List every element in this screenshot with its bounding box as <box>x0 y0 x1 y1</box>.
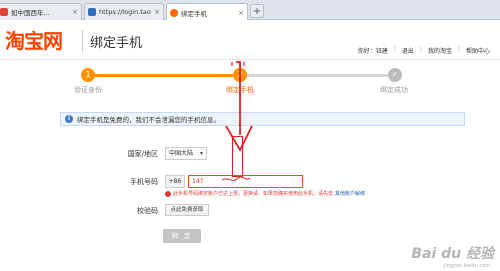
browser-tab-bar: 如中国西年... × https://login.taobao.com/m...… <box>0 0 500 21</box>
close-icon[interactable]: × <box>238 9 244 17</box>
browser-tab[interactable]: 如中国西年... × <box>0 3 82 20</box>
step-2-icon: 2 <box>233 68 247 82</box>
get-code-button[interactable]: 点此免费获取 <box>165 204 209 216</box>
greeting-link[interactable]: 你好：钰建 <box>358 46 388 55</box>
step-2-label: 绑定手机 <box>226 86 254 94</box>
code-label: 校验码 <box>137 207 158 215</box>
tab-label: https://login.taobao.com/m... <box>99 8 151 16</box>
step-3-check-icon: ✓ <box>388 68 402 82</box>
phone-label: 手机号码 <box>130 178 158 186</box>
taobao-logo[interactable]: 淘宝网 <box>5 26 63 53</box>
page-icon <box>88 8 96 16</box>
info-notice: i 绑定手机是免费的，我们不会泄漏您的手机信息。 <box>60 112 465 126</box>
watermark-url: jingyan.baidu.com <box>443 263 490 269</box>
region-value: 中国大陆 <box>169 150 194 157</box>
region-label: 国家/地区 <box>127 150 158 158</box>
error-icon <box>165 190 171 197</box>
page-icon <box>0 8 8 16</box>
error-text: 此手机号码绑定账户已达上限，更换请：如果您确实使用此手机，请先去 <box>173 191 334 197</box>
logout-link[interactable]: 退出 <box>402 46 414 55</box>
phone-input[interactable]: 147 <box>188 175 303 188</box>
baidu-watermark: Bai du 经验 <box>411 246 494 262</box>
site-header: 淘宝网 绑定手机 你好：钰建 | 退出 | 我的淘宝 | 帮助中心 <box>0 20 500 60</box>
my-taobao-link[interactable]: 我的淘宝 <box>428 46 452 55</box>
step-3-label: 绑定成功 <box>380 86 408 94</box>
link-divider: | <box>393 46 396 53</box>
bind-button[interactable]: 绑 定 <box>163 229 201 243</box>
phone-prefix: +86 <box>165 175 185 188</box>
step-1-icon: 1 <box>81 68 95 82</box>
link-divider: | <box>457 46 460 53</box>
logo-text: 淘宝网 <box>5 28 63 53</box>
tab-label: 如中国西年... <box>11 9 50 17</box>
help-center-link[interactable]: 帮助中心 <box>466 46 490 55</box>
chevron-down-icon: ▾ <box>199 150 203 157</box>
close-icon[interactable]: × <box>154 8 160 16</box>
page-title: 绑定手机 <box>90 36 143 51</box>
progress-steps: 1 2 ✓ 验证身份 绑定手机 绑定成功 <box>0 62 500 102</box>
error-message: 此手机号码绑定账户已达上限，更换请：如果您确实使用此手机，请先去 其他账户解绑 <box>165 190 365 197</box>
browser-tab-active[interactable]: 绑定手机 × <box>166 3 248 21</box>
notice-text: 绑定手机是免费的，我们不会泄漏您的手机信息。 <box>77 116 220 124</box>
unbind-link[interactable]: 其他账户解绑 <box>335 190 365 197</box>
close-icon[interactable]: × <box>72 8 78 16</box>
info-icon: i <box>65 115 73 123</box>
header-divider <box>82 30 83 52</box>
region-select[interactable]: 中国大陆 ▾ <box>165 147 207 160</box>
top-links: 你好：钰建 | 退出 | 我的淘宝 | 帮助中心 <box>358 46 490 55</box>
annotation-box <box>232 136 243 177</box>
step-1-label: 验证身份 <box>74 86 102 94</box>
progress-line-completed <box>88 74 238 77</box>
tab-label: 绑定手机 <box>181 9 207 18</box>
browser-tab[interactable]: https://login.taobao.com/m... × <box>84 3 164 20</box>
progress-line-remaining <box>240 74 395 77</box>
new-tab-button[interactable]: + <box>250 4 264 18</box>
taobao-icon <box>170 8 178 17</box>
link-divider: | <box>419 46 422 53</box>
